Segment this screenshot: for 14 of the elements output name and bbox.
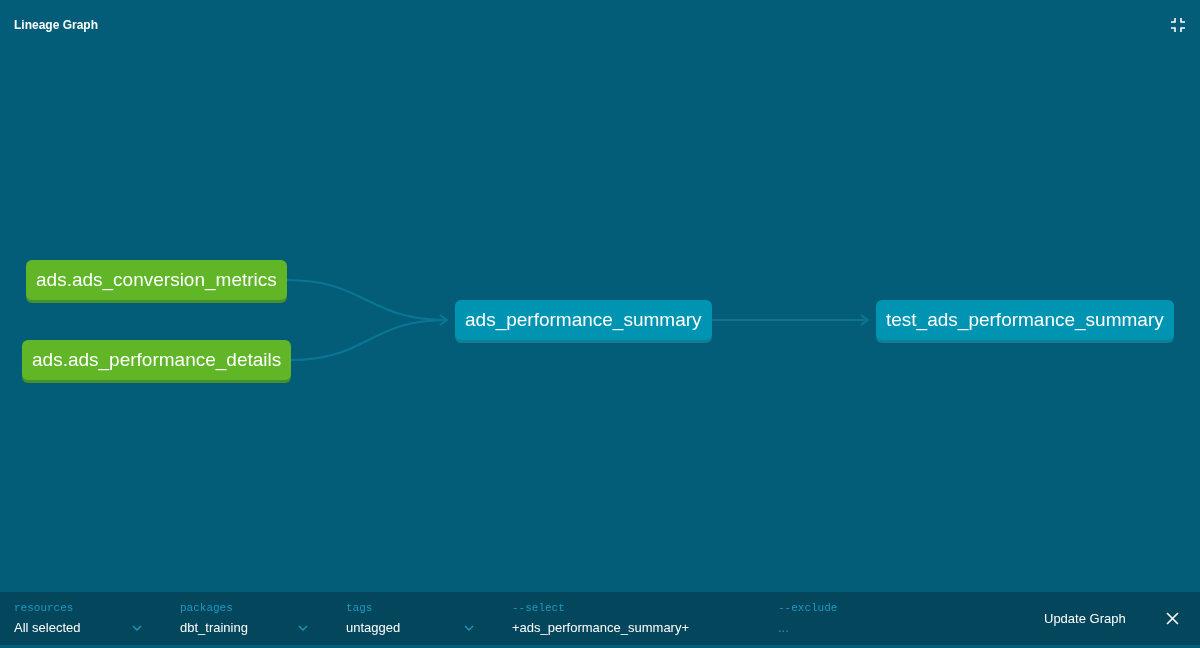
- filter-label: --exclude: [778, 602, 839, 614]
- graph-node[interactable]: test_ads_performance_summary: [876, 300, 1174, 340]
- filter-label: tags: [346, 602, 374, 614]
- window-title: Lineage Graph: [14, 18, 99, 32]
- input-field[interactable]: +ads_performance_summary+: [512, 620, 742, 635]
- filter-dropdown[interactable]: All selected: [14, 620, 142, 635]
- filter-dropdown[interactable]: untagged: [346, 620, 474, 635]
- filter-dropdown[interactable]: dbt_training: [180, 620, 308, 635]
- input-field[interactable]: ...: [778, 620, 1008, 635]
- filter-label: --select: [512, 602, 566, 614]
- filter-label: resources: [14, 602, 75, 614]
- graph-node[interactable]: ads_performance_summary: [455, 300, 712, 340]
- filter-label: packages: [180, 602, 234, 614]
- update-graph-button[interactable]: Update Graph: [1044, 607, 1126, 630]
